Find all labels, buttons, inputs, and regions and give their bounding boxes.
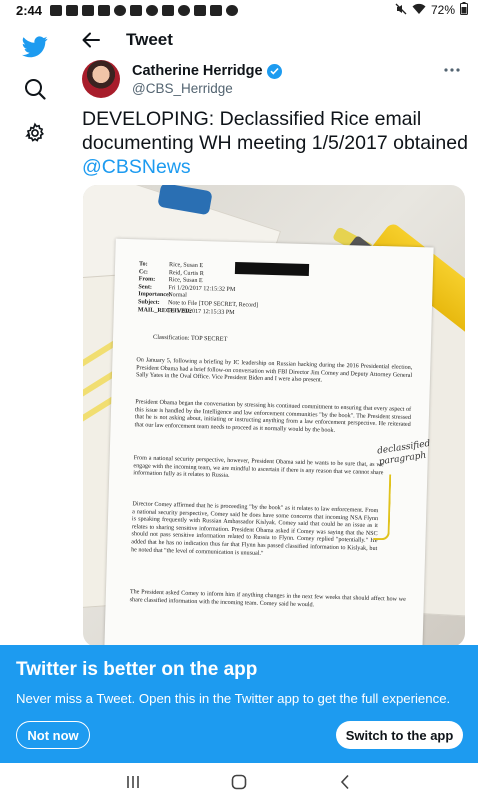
tweet-photo[interactable]: To: Rice, Susan E Cc: Reid, Curtis R From:…	[83, 185, 465, 647]
home-icon[interactable]	[219, 767, 259, 797]
memo-paragraph: From a national security perspective, ho…	[133, 455, 384, 480]
author-handle[interactable]: @CBS_Herridge	[132, 81, 233, 96]
search-icon[interactable]	[20, 74, 50, 104]
page-header: Tweet	[70, 24, 478, 56]
avatar[interactable]	[82, 60, 120, 98]
back-icon[interactable]	[325, 767, 365, 797]
twitter-bird-icon[interactable]	[20, 32, 50, 62]
author-name[interactable]: Catherine Herridge	[132, 63, 263, 79]
tweet-text: DEVELOPING: Declassified Rice email docu…	[82, 107, 472, 179]
notification-icon	[226, 4, 239, 16]
battery-text: 72%	[430, 3, 455, 17]
verified-badge-icon	[266, 63, 282, 79]
system-nav-bar	[0, 763, 478, 800]
switch-to-app-button[interactable]: Switch to the app	[336, 721, 463, 749]
banner-title: Twitter is better on the app	[16, 659, 258, 680]
wifi-icon	[412, 3, 426, 18]
notification-icon	[82, 4, 95, 16]
memo-paragraph: Director Comey affirmed that he is proce…	[131, 501, 379, 557]
tweet-body: DEVELOPING: Declassified Rice email docu…	[82, 108, 468, 154]
notification-icon	[98, 4, 111, 16]
notification-icon	[178, 4, 191, 16]
notification-icon	[162, 4, 175, 16]
gear-icon[interactable]	[20, 118, 50, 148]
memo-key: MAIL_RECEIVED:	[137, 306, 192, 315]
notification-icon	[146, 4, 159, 16]
not-now-button[interactable]: Not now	[16, 721, 90, 749]
arrow-left-icon[interactable]	[76, 25, 106, 55]
notification-icon	[210, 4, 223, 16]
notification-icon	[66, 4, 79, 16]
highlight-bracket	[373, 473, 392, 541]
status-time: 2:44	[16, 2, 43, 18]
memo-value: Fri 1/20/2017 12:15:33 PM	[167, 307, 235, 316]
notification-icon	[114, 4, 127, 16]
mute-icon	[395, 3, 407, 18]
memo-paragraph: On January 5, following a briefing by IC…	[135, 357, 413, 384]
notification-icon	[194, 4, 207, 16]
more-horizontal-icon[interactable]	[440, 60, 464, 80]
notification-icon	[50, 4, 63, 16]
nav-rail	[0, 20, 70, 645]
redaction-box	[234, 261, 310, 277]
app-promo-banner: Twitter is better on the app Never miss …	[0, 645, 478, 763]
memo-classification: Classification: TOP SECRET	[152, 333, 228, 343]
mention-link[interactable]: @CBSNews	[82, 155, 472, 179]
status-bar: 2:44 72%	[0, 0, 478, 20]
handwritten-note: declassified paragraph	[376, 438, 432, 468]
recent-apps-icon[interactable]	[113, 767, 153, 797]
memo-paragraph: President Obama began the conversation b…	[134, 399, 412, 434]
memo-paragraph: The President asked Comey to inform him …	[129, 589, 406, 608]
banner-subtitle: Never miss a Tweet. Open this in the Twi…	[16, 691, 451, 706]
notification-icon	[130, 4, 143, 16]
battery-icon	[460, 2, 468, 18]
page-title: Tweet	[126, 30, 173, 49]
tweet-author: Catherine Herridge @CBS_Herridge	[82, 60, 472, 100]
memo-document: To: Rice, Susan E Cc: Reid, Curtis R From:…	[104, 238, 434, 647]
